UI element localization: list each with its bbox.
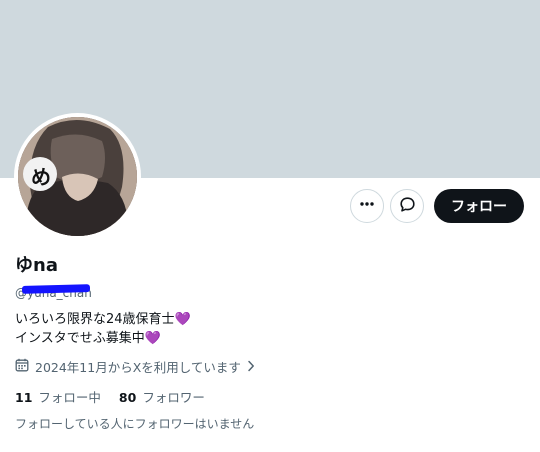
- bio-line-1-text: いろいろ限界な24歳保育士: [15, 312, 175, 327]
- bio-line-2-text: インスタでせふ募集中: [15, 331, 145, 346]
- following-label: フォロー中: [38, 390, 101, 405]
- mutual-followers-note: フォローしている人にフォロワーはいません: [15, 417, 255, 431]
- follow-button[interactable]: フォロー: [434, 189, 524, 223]
- handle-container: @yuna_chan: [15, 282, 95, 300]
- avatar[interactable]: め: [14, 113, 141, 240]
- bio-line-1: いろいろ限界な24歳保育士💜: [15, 310, 191, 329]
- avatar-photo: め: [18, 117, 137, 236]
- message-button[interactable]: [390, 189, 424, 223]
- purple-heart-icon: 💜: [174, 312, 191, 327]
- following-count: 11: [15, 390, 33, 405]
- joined-date[interactable]: 2024年11月からXを利用しています: [15, 358, 261, 377]
- bio: いろいろ限界な24歳保育士💜 インスタでせふ募集中💜: [15, 310, 191, 348]
- more-icon: [359, 196, 375, 216]
- calendar-icon: [15, 358, 35, 377]
- chevron-right-icon: [247, 359, 261, 377]
- profile-page: め フォロー ゆna @yuna_chan: [0, 0, 540, 452]
- followers-label: フォロワー: [142, 390, 205, 405]
- followers-link[interactable]: 80 フォロワー: [119, 389, 205, 407]
- display-name: ゆna: [15, 255, 58, 276]
- more-button[interactable]: [350, 189, 384, 223]
- purple-heart-icon: 💜: [144, 331, 161, 346]
- follow-stats: 11 フォロー中 80 フォロワー: [15, 389, 223, 407]
- bio-line-2: インスタでせふ募集中💜: [15, 329, 191, 348]
- joined-text: 2024年11月からXを利用しています: [35, 359, 241, 375]
- followers-count: 80: [118, 390, 137, 405]
- profile-actions: フォロー: [350, 189, 524, 223]
- following-link[interactable]: 11 フォロー中: [15, 389, 101, 407]
- avatar-sticker-text: め: [31, 165, 51, 189]
- message-icon: [399, 196, 416, 217]
